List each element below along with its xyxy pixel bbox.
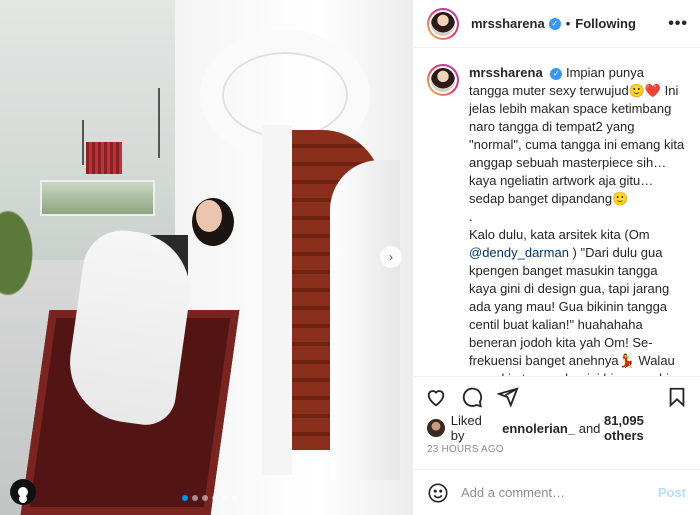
caption-paragraph: . [469,209,473,224]
comment-box: Post [413,469,700,515]
photo-pendant-lamp [158,88,160,158]
comment-input[interactable] [461,485,658,500]
header-username[interactable]: mrssharena [471,16,545,31]
caption-area: mrssharena ✓ Impian punya tangga muter s… [413,48,700,376]
post-media[interactable]: › [0,0,412,515]
carousel-dot [232,495,238,501]
carousel-dot [222,495,228,501]
likes-prefix: Liked by [450,413,482,443]
avatar[interactable] [427,64,459,96]
caption-username[interactable]: mrssharena [469,65,543,80]
likes-user[interactable]: ennolerian_ [502,421,575,436]
photo-plant [0,205,50,325]
verified-badge-icon: ✓ [548,17,561,30]
likes-count[interactable]: 81,095 others [604,413,686,443]
avatar[interactable] [427,419,445,437]
caption-paragraph: ) "Dari dulu gua kpengen banget masukin … [469,245,683,376]
photo-tapestry [86,142,122,174]
mention-link[interactable]: @dendy_darman [469,245,569,260]
following-button[interactable]: Following [575,16,636,31]
action-bar [413,376,700,416]
photo-stair-post [262,125,292,475]
likes-row: Liked by ennolerian_ and 81,095 others [413,413,700,443]
more-options-icon[interactable]: ••• [668,15,688,33]
carousel-dot [202,495,208,501]
carousel-dot [192,495,198,501]
bookmark-icon[interactable] [666,386,688,408]
carousel-dots [182,495,238,501]
verified-badge-icon: ✓ [550,67,563,80]
post-header: mrssharena ✓ • Following ••• [413,0,700,48]
share-icon[interactable] [497,386,519,408]
timestamp[interactable]: 23 HOURS AGO [413,440,700,469]
heart-icon[interactable] [425,386,447,408]
photo-woman-head [196,200,222,232]
caption-paragraph: Impian punya tangga muter sexy terwujud🙂… [469,65,688,206]
avatar[interactable] [427,7,459,40]
likes-middle: and [578,420,601,436]
instagram-post: › mrssharena ✓ • Following ••• mrssharen… [0,0,700,515]
carousel-dot [182,495,188,501]
caption-text: mrssharena ✓ Impian punya tangga muter s… [469,64,686,376]
post-button[interactable]: Post [658,485,686,500]
next-arrow-icon[interactable]: › [380,246,402,268]
comment-icon[interactable] [461,386,483,408]
emoji-icon[interactable] [427,482,449,504]
photo-pendant-lamp [82,120,84,165]
header-separator: • [565,16,571,31]
caption-paragraph: Kalo dulu, kata arsitek kita (Om [469,227,654,242]
tag-people-icon[interactable] [10,479,36,505]
carousel-dot [212,495,218,501]
post-sidebar: mrssharena ✓ • Following ••• mrssharena … [412,0,700,515]
photo-stair-railing [330,160,400,480]
photo-window [40,180,155,216]
